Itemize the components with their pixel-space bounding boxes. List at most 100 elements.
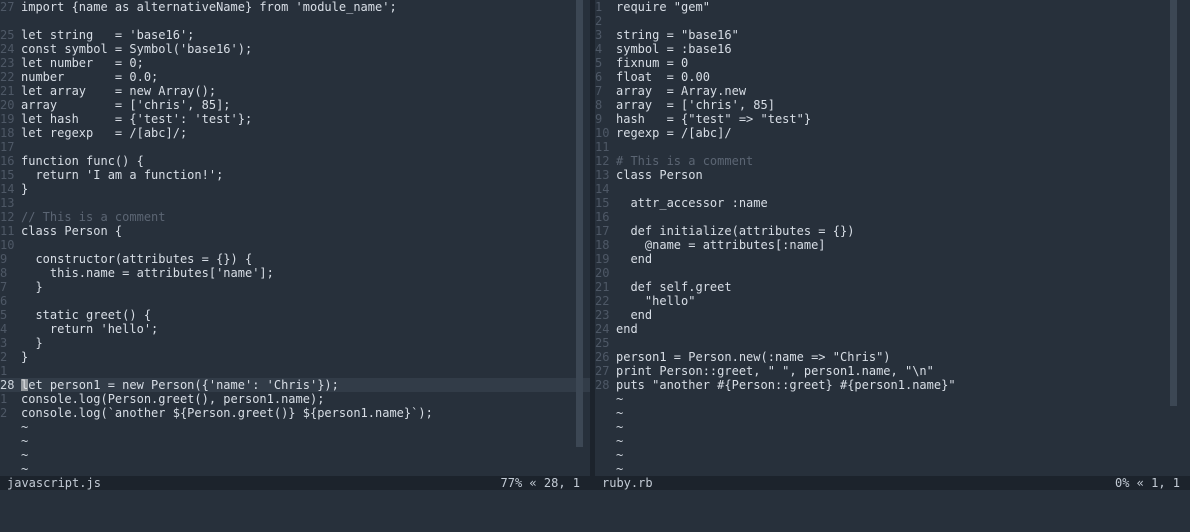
code-line[interactable]: 4 symbol = :base16 (595, 42, 1190, 56)
right-cursor-position: 0% « 1, 1 (1114, 476, 1180, 490)
code-line[interactable]: 14} (0, 182, 590, 196)
line-number: 15 (595, 196, 610, 210)
line-number: 15 (0, 168, 15, 182)
line-text: end (616, 308, 653, 322)
code-line[interactable]: 12 # This is a comment (595, 154, 1190, 168)
code-line[interactable]: 4 return 'hello'; (0, 322, 590, 336)
code-line[interactable]: 27 import {name as alternativeName} from … (0, 0, 590, 14)
code-line[interactable]: 21 def self.greet (595, 280, 1190, 294)
line-number: 6 (0, 294, 8, 308)
code-line[interactable]: 5 static greet() { (0, 308, 590, 322)
code-line[interactable]: 23 let number = 0; (0, 56, 590, 70)
line-number: 12 (0, 210, 15, 224)
code-line[interactable]: 6 float = 0.00 (595, 70, 1190, 84)
code-line[interactable]: 15 attr_accessor :name (595, 196, 1190, 210)
code-line[interactable]: 3 } (0, 336, 590, 350)
code-line[interactable]: 24 const symbol = Symbol('base16'); (0, 42, 590, 56)
line-number: 4 (595, 42, 603, 56)
line-number: 13 (0, 196, 15, 210)
line-number: 25 (595, 336, 610, 350)
line-number: 14 (0, 182, 15, 196)
line-number: 1 (0, 364, 8, 378)
code-line[interactable]: 21 let array = new Array(); (0, 84, 590, 98)
code-line[interactable]: 15 return 'I am a function!'; (0, 168, 590, 182)
line-text: array = ['chris', 85]; (21, 98, 231, 112)
code-line[interactable]: 14 (595, 182, 1190, 196)
empty-buffer-line: ~ (595, 392, 1190, 406)
code-line[interactable]: 22 "hello" (595, 294, 1190, 308)
line-text: def initialize(attributes = {}) (616, 224, 855, 238)
code-line[interactable]: 6 (0, 294, 590, 308)
line-number: 2 (595, 14, 603, 28)
line-text: // This is a comment (21, 210, 166, 224)
code-line[interactable]: 7 array = Array.new (595, 84, 1190, 98)
line-number: 9 (0, 252, 8, 266)
code-line[interactable]: 12 // This is a comment (0, 210, 590, 224)
code-line[interactable]: 2 console.log(`another ${Person.greet()} … (0, 406, 590, 420)
code-line[interactable]: 11 (595, 140, 1190, 154)
line-number: 14 (595, 182, 610, 196)
code-line[interactable]: 1 require "gem" (595, 0, 1190, 14)
empty-buffer-line: ~ (595, 420, 1190, 434)
code-line[interactable]: 8 array = ['chris', 85] (595, 98, 1190, 112)
line-number: 18 (0, 126, 15, 140)
code-line[interactable]: 17 def initialize(attributes = {}) (595, 224, 1190, 238)
line-number: 4 (0, 322, 8, 336)
code-line[interactable]: 5 fixnum = 0 (595, 56, 1190, 70)
line-number: 20 (0, 98, 15, 112)
code-line[interactable]: 17 (0, 140, 590, 154)
code-line[interactable]: 19 end (595, 252, 1190, 266)
line-number: 11 (0, 224, 15, 238)
line-text: person1 = Person.new(:name => "Chris") (616, 350, 891, 364)
line-number: 26 (595, 350, 610, 364)
line-number: 8 (0, 266, 8, 280)
code-line[interactable]: 13 class Person (595, 168, 1190, 182)
code-line[interactable]: 11 class Person { (0, 224, 590, 238)
left-scrollbar[interactable] (576, 0, 583, 447)
code-line[interactable]: 13 (0, 196, 590, 210)
code-line[interactable]: 20 (595, 266, 1190, 280)
line-number: 17 (595, 224, 610, 238)
left-editor-pane[interactable]: 27 import {name as alternativeName} from … (0, 0, 590, 476)
code-line[interactable]: 16 function func() { (0, 154, 590, 168)
code-line[interactable]: 18 let regexp = /[abc]/; (0, 126, 590, 140)
line-number: 1 (595, 0, 603, 14)
code-line[interactable]: 23 end (595, 308, 1190, 322)
line-text: array = Array.new (616, 84, 747, 98)
right-scrollbar[interactable] (1170, 0, 1177, 406)
code-line[interactable]: 2} (0, 350, 590, 364)
line-text: class Person { (21, 224, 123, 238)
code-line[interactable]: 25 let string = 'base16'; (0, 28, 590, 42)
code-line[interactable]: 16 (595, 210, 1190, 224)
code-line[interactable]: 24 end (595, 322, 1190, 336)
line-text: console.log(Person.greet(), person1.name… (21, 392, 325, 406)
line-number: 6 (595, 70, 603, 84)
code-line[interactable]: 28 puts "another #{Person::greet} #{perso… (595, 378, 1190, 392)
right-editor-pane[interactable]: 1 require "gem" 2 3 string = "base16" 4 sym… (595, 0, 1190, 476)
current-line[interactable]: 28 let person1 = new Person({'name': 'Chr… (0, 378, 590, 392)
line-text: let array = new Array(); (21, 84, 217, 98)
empty-buffer-line: ~ (595, 462, 1190, 476)
code-line[interactable]: 18 @name = attributes[:name] (595, 238, 1190, 252)
line-number: 27 (595, 364, 610, 378)
line-text: } (21, 182, 29, 196)
line-number: 12 (595, 154, 610, 168)
code-line[interactable]: 25 (595, 336, 1190, 350)
code-line[interactable]: 1 (0, 364, 590, 378)
code-line[interactable] (0, 14, 590, 28)
code-line[interactable]: 19 let hash = {'test': 'test'}; (0, 112, 590, 126)
code-line[interactable]: 8 this.name = attributes['name']; (0, 266, 590, 280)
code-line[interactable]: 3 string = "base16" (595, 28, 1190, 42)
code-line[interactable]: 10 regexp = /[abc]/ (595, 126, 1190, 140)
code-line[interactable]: 1 console.log(Person.greet(), person1.nam… (0, 392, 590, 406)
code-line[interactable]: 9 hash = {"test" => "test"} (595, 112, 1190, 126)
code-line[interactable]: 10 (0, 238, 590, 252)
code-line[interactable]: 27 print Person::greet, " ", person1.name… (595, 364, 1190, 378)
code-line[interactable]: 26 person1 = Person.new(:name => "Chris") (595, 350, 1190, 364)
code-line[interactable]: 7 } (0, 280, 590, 294)
code-line[interactable]: 9 constructor(attributes = {}) { (0, 252, 590, 266)
code-line[interactable]: 20 array = ['chris', 85]; (0, 98, 590, 112)
line-text: end (616, 322, 638, 336)
code-line[interactable]: 2 (595, 14, 1190, 28)
code-line[interactable]: 22 number = 0.0; (0, 70, 590, 84)
